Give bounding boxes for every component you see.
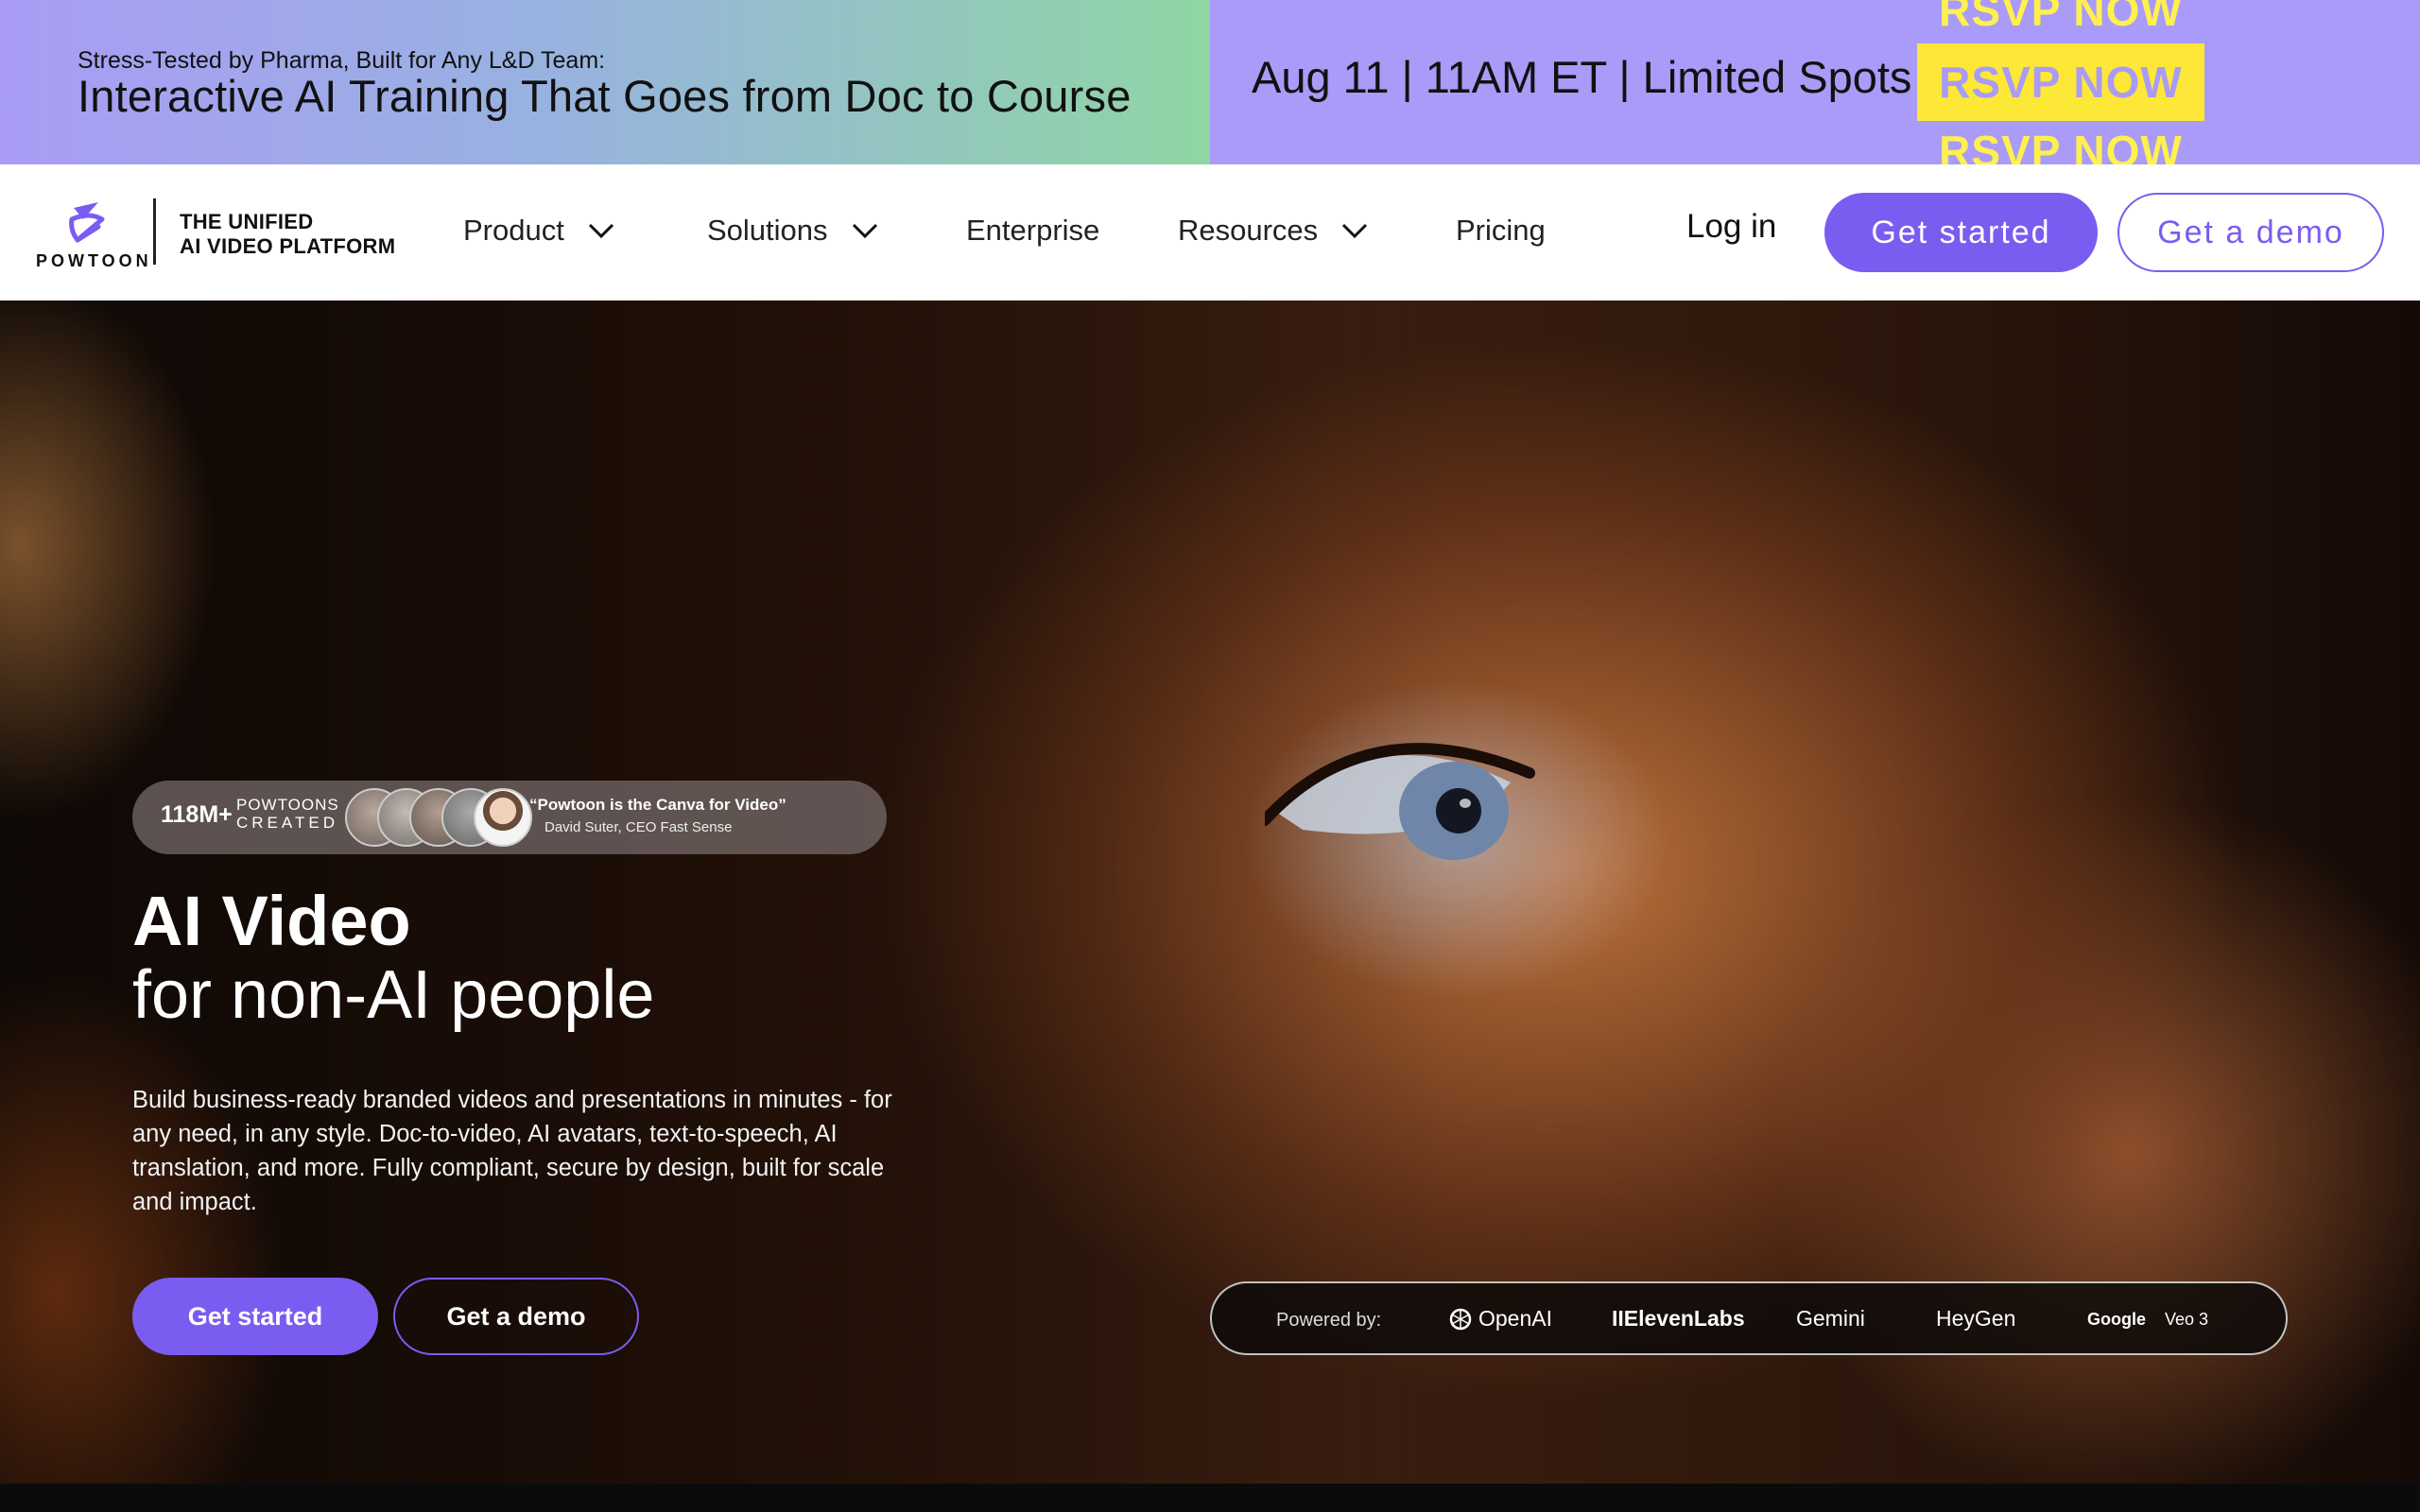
nav-item-label: Pricing <box>1456 214 1546 247</box>
get-started-button[interactable]: Get started <box>1824 193 2098 272</box>
powtoon-logo[interactable]: POWTOON <box>36 198 152 270</box>
hero-eye-image <box>1265 743 1535 860</box>
promo-title: Interactive AI Training That Goes from D… <box>78 71 1132 121</box>
hero-headline: AI Video <box>132 882 411 960</box>
logo-divider <box>153 198 156 265</box>
promo-event-info: Aug 11 | 11AM ET | Limited Spots <box>1252 52 1912 102</box>
partner-google: Google <box>2087 1310 2146 1329</box>
stat-label-line1: POWTOONS <box>236 796 339 814</box>
openai-icon <box>1449 1308 1472 1330</box>
nav-item-solutions[interactable]: Solutions <box>707 210 881 251</box>
brand-tagline: THE UNIFIED AI VIDEO PLATFORM <box>180 210 395 259</box>
nav-item-label: Product <box>463 214 564 247</box>
avatar <box>474 788 532 847</box>
nav-item-label: Resources <box>1178 214 1319 247</box>
powered-by-label: Powered by: <box>1276 1310 1382 1331</box>
chevron-down-icon <box>1342 223 1368 239</box>
nav-item-label: Enterprise <box>966 214 1100 247</box>
tagline-line1: THE UNIFIED <box>180 210 314 233</box>
powtoons-count: 118M+ <box>161 801 233 828</box>
partner-veo: Veo 3 <box>2165 1310 2209 1329</box>
nav-item-label: Solutions <box>707 214 828 247</box>
hero-subheadline: for non-AI people <box>132 957 655 1033</box>
stat-label-line2: CREATED <box>236 814 338 832</box>
social-proof-pill: 118M+ POWTOONS CREATED “Powtoon is the C… <box>132 781 887 854</box>
page-bottom-strip <box>0 1484 2420 1512</box>
testimonial-quote: “Powtoon is the Canva for Video” <box>529 796 786 814</box>
hero-get-started-button[interactable]: Get started <box>132 1278 378 1355</box>
login-link[interactable]: Log in <box>1686 208 1776 246</box>
partner-openai: OpenAI <box>1448 1306 1552 1332</box>
rsvp-button[interactable]: RSVP NOW <box>1917 43 2204 121</box>
get-demo-button[interactable]: Get a demo <box>2118 193 2384 272</box>
nav-item-enterprise[interactable]: Enterprise <box>966 210 1099 251</box>
powtoons-created-label: POWTOONS CREATED <box>236 796 339 832</box>
powered-by-bar: Powered by: OpenAI IIElevenLabs Gemini H… <box>1210 1281 2288 1355</box>
nav-item-resources[interactable]: Resources <box>1178 210 1371 251</box>
user-avatars <box>345 788 534 847</box>
partner-label: OpenAI <box>1478 1306 1552 1331</box>
tagline-line2: AI VIDEO PLATFORM <box>180 234 396 258</box>
hero-section: 118M+ POWTOONS CREATED “Powtoon is the C… <box>0 301 2420 1484</box>
hero-description: Build business-ready branded videos and … <box>132 1087 892 1215</box>
rsvp-ticker-text: RSVP NOW <box>1939 127 2183 164</box>
logo-wordmark: POWTOON <box>36 251 152 270</box>
partner-heygen: HeyGen <box>1936 1306 2016 1331</box>
main-nav: POWTOON THE UNIFIED AI VIDEO PLATFORM Pr… <box>0 164 2420 301</box>
testimonial-author: David Suter, CEO Fast Sense <box>544 819 733 835</box>
partner-gemini: Gemini <box>1796 1306 1865 1331</box>
hero-get-demo-button[interactable]: Get a demo <box>393 1278 639 1355</box>
powtoon-logo-icon <box>69 202 105 243</box>
promo-banner: Stress-Tested by Pharma, Built for Any L… <box>0 0 2420 164</box>
chevron-down-icon <box>588 223 614 239</box>
partner-elevenlabs: IIElevenLabs <box>1612 1306 1745 1331</box>
nav-item-pricing[interactable]: Pricing <box>1456 210 1546 251</box>
nav-item-product[interactable]: Product <box>463 210 617 251</box>
chevron-down-icon <box>852 223 877 239</box>
rsvp-ticker-text: RSVP NOW <box>1939 0 2183 35</box>
